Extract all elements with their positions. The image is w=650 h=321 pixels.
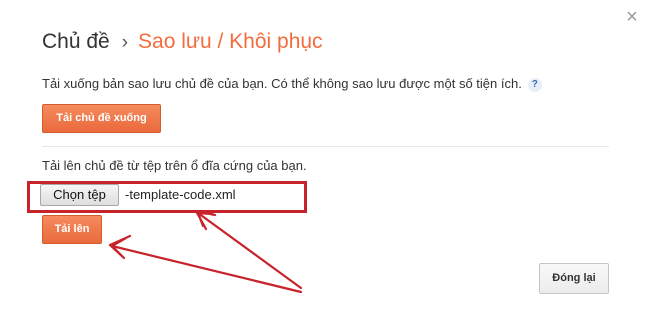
annotation-arrow-upper [194,209,303,290]
choose-file-button[interactable]: Chọn tệp [40,184,119,206]
close-icon[interactable]: × [623,7,641,27]
download-theme-button[interactable]: Tải chủ đề xuống [42,104,161,133]
breadcrumb-current: Sao lưu / Khôi phục [138,30,323,53]
help-icon[interactable]: ? [527,78,542,92]
section-divider [42,146,609,147]
annotation-arrow-lower [108,234,303,294]
restore-description: Tải lên chủ đề từ tệp trên ổ đĩa cứng củ… [42,158,307,173]
page-title: Chủ đề › Sao lưu / Khôi phục [42,29,323,56]
selected-file-name: -template-code.xml [125,187,236,202]
chevron-right-icon: › [121,32,129,53]
breadcrumb-root[interactable]: Chủ đề [42,30,110,53]
backup-description-row: Tải xuống bản sao lưu chủ đề của bạn. Có… [42,76,542,92]
close-button[interactable]: Đóng lại [539,263,609,294]
file-input[interactable]: Chọn tệp -template-code.xml [40,184,302,206]
upload-button[interactable]: Tải lên [42,215,102,244]
backup-description: Tải xuống bản sao lưu chủ đề của bạn. Có… [42,76,522,91]
